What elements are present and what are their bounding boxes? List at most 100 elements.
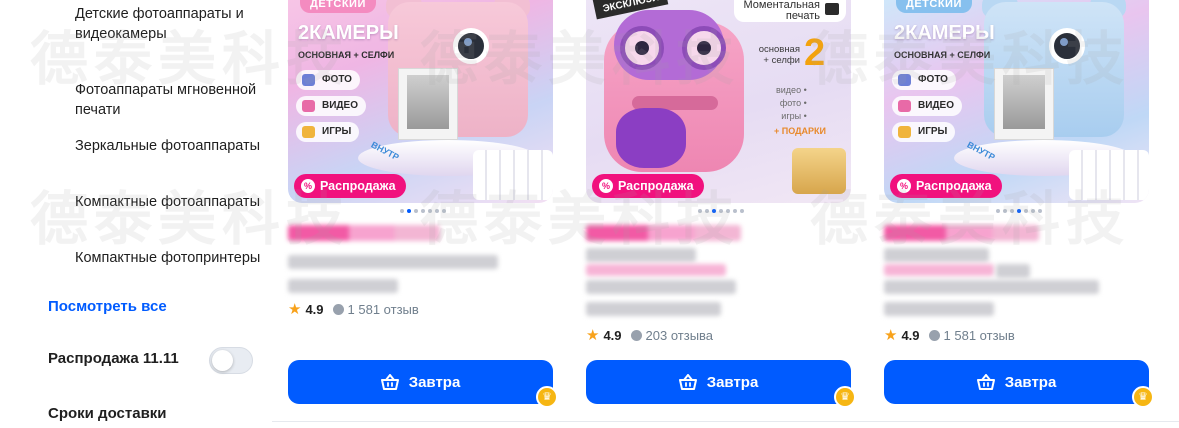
product-image[interactable]: ДЕТСКИЙ 2КАМЕРЫ ОСНОВНАЯ + СЕЛФИ ФОТО ВИ… [288,0,553,203]
pagination-dot[interactable] [435,209,439,213]
gift-box [792,148,846,194]
add-to-cart-button[interactable]: Завтра [884,360,1149,404]
title-redacted[interactable] [884,280,1099,294]
keyboard-decor [1069,150,1149,200]
pagination-dot[interactable] [733,209,737,213]
add-to-cart-button[interactable]: Завтра [586,360,851,404]
add-to-cart-label: Завтра [706,373,759,391]
basket-icon [678,373,697,390]
pagination-dot[interactable] [726,209,730,213]
star-icon: ★ [586,327,600,344]
price-redacted [288,225,440,241]
pagination-dot[interactable] [740,209,744,213]
sale-filter-label: Распродажа 11.11 [48,350,179,367]
pagination-dot[interactable] [1010,209,1014,213]
title-redacted[interactable] [586,264,726,276]
title-redacted[interactable] [586,280,736,294]
pagination-dot[interactable] [1038,209,1042,213]
product-card[interactable]: ЭКСКЛЮЗИ Моментальная печать основная + … [586,0,856,420]
pagination-dot[interactable] [414,209,418,213]
rating-value: 4.9 [901,327,920,343]
pagination-dot[interactable] [705,209,709,213]
feature-photo: ФОТО [892,70,956,90]
dino-camera-eye [620,26,664,70]
title-redacted[interactable] [586,248,696,262]
title-redacted[interactable] [884,264,994,276]
pagination-dot-active[interactable] [407,209,411,213]
promo-headline: 2КАМЕРЫ [894,22,995,44]
rating-value: 4.9 [305,301,324,317]
keyboard-decor [473,150,553,200]
comment-icon [332,303,344,315]
pagination-dot[interactable] [719,209,723,213]
sale-filter-toggle[interactable] [209,347,253,374]
rating-row: ★ 4.9 1 581 отзыв [884,326,1015,344]
sale-tag-icon: % [897,179,911,193]
title-redacted[interactable] [288,255,498,269]
sale-badge: % Распродажа [592,174,704,198]
promo-gifts: + ПОДАРКИ [774,126,826,136]
pagination-dot[interactable] [442,209,446,213]
see-all-link[interactable]: Посмотреть все [48,298,167,315]
printed-photo [994,68,1054,140]
sale-badge: % Распродажа [890,174,1002,198]
pagination-dot[interactable] [996,209,1000,213]
title-redacted[interactable] [586,302,721,316]
category-compact-cameras[interactable]: Компактные фотоаппараты [75,192,265,212]
image-pagination-dots[interactable] [996,209,1042,214]
camera-lens [453,28,489,64]
rating-row: ★ 4.9 203 отзыва [586,326,713,344]
dino-belly [616,108,686,168]
pagination-dot[interactable] [1003,209,1007,213]
promo-subline: ОСНОВНАЯ + СЕЛФИ [894,50,991,60]
feature-games: ИГРЫ [892,122,956,142]
product-card[interactable]: ДЕТСКИЙ 2КАМЕРЫ ОСНОВНАЯ + СЕЛФИ ФОТО ВИ… [288,0,558,420]
category-compact-printers[interactable]: Компактные фотопринтеры [75,248,265,268]
promo-subline: ОСНОВНАЯ + СЕЛФИ [298,50,395,60]
title-redacted[interactable] [884,302,994,316]
title-redacted[interactable] [884,248,989,262]
price-redacted [586,225,741,241]
comment-icon [630,329,642,341]
delivery-time-heading: Сроки доставки [48,405,167,422]
promo-side-text: основная + селфи [758,44,800,66]
promo-feature-list: видео • фото • игры • [776,85,807,121]
feature-photo: ФОТО [296,70,360,90]
category-instant-cameras[interactable]: Фотоаппараты мгновенной печати [75,80,265,120]
product-image[interactable]: ЭКСКЛЮЗИ Моментальная печать основная + … [586,0,851,203]
pagination-dot[interactable] [1024,209,1028,213]
camera-lens [1049,28,1085,64]
image-pagination-dots[interactable] [698,209,744,214]
basket-icon [380,373,399,390]
rating-row: ★ 4.9 1 581 отзыв [288,300,419,318]
title-redacted[interactable] [996,264,1030,278]
filters-sidebar: Детские фотоаппараты и видеокамеры Фотоа… [0,0,270,428]
pagination-dot[interactable] [421,209,425,213]
category-dslr-cameras[interactable]: Зеркальные фотоаппараты [75,136,265,156]
review-count[interactable]: 203 отзыва [646,328,714,343]
pagination-dot[interactable] [400,209,404,213]
add-to-cart-label: Завтра [1004,373,1057,391]
printed-photo [398,68,458,140]
basket-icon [976,373,995,390]
pagination-dot-active[interactable] [712,209,716,213]
product-card[interactable]: ДЕТСКИЙ 2КАМЕРЫ ОСНОВНАЯ + СЕЛФИ ФОТО ВИ… [884,0,1154,420]
dino-camera-eye [682,26,726,70]
pagination-dot[interactable] [428,209,432,213]
crown-icon: ♛ [1132,386,1154,408]
sale-tag-icon: % [599,179,613,193]
review-count[interactable]: 1 581 отзыв [348,302,419,317]
pagination-dot-active[interactable] [1017,209,1021,213]
crown-icon: ♛ [834,386,856,408]
title-redacted[interactable] [288,279,398,293]
comment-icon [928,329,940,341]
category-kids-cameras[interactable]: Детские фотоаппараты и видеокамеры [75,4,265,44]
review-count[interactable]: 1 581 отзыв [944,328,1015,343]
product-image[interactable]: ДЕТСКИЙ 2КАМЕРЫ ОСНОВНАЯ + СЕЛФИ ФОТО ВИ… [884,0,1149,203]
sale-tag-icon: % [301,179,315,193]
pagination-dot[interactable] [1031,209,1035,213]
pagination-dot[interactable] [698,209,702,213]
image-pagination-dots[interactable] [400,209,446,214]
add-to-cart-button[interactable]: Завтра [288,360,553,404]
sale-badge: % Распродажа [294,174,406,198]
